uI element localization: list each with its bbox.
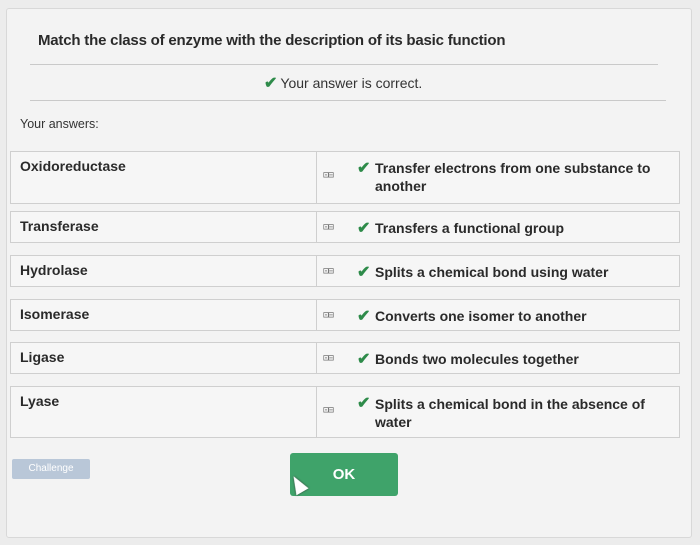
match-row: Hydrolase ⊡⊟ ✔ Splits a chemical bond us…: [10, 255, 680, 287]
check-icon: ✔: [264, 75, 278, 92]
enzyme-term: Ligase: [20, 349, 65, 365]
check-icon: ✔: [357, 351, 371, 368]
question-title: Match the class of enzyme with the descr…: [38, 32, 506, 49]
match-row: Ligase ⊡⊟ ✔ Bonds two molecules together: [10, 342, 680, 374]
function-description: Splits a chemical bond using water: [375, 264, 609, 280]
match-row: Transferase ⊡⊟ ✔ Transfers a functional …: [10, 211, 680, 243]
check-icon: ✔: [357, 220, 371, 237]
enzyme-term: Oxidoreductase: [20, 158, 126, 174]
enzyme-term: Isomerase: [20, 306, 90, 322]
enzyme-term: Lyase: [20, 393, 60, 409]
match-row: Oxidoreductase ⊡⊟ ✔ Transfer electrons f…: [10, 151, 680, 204]
correct-feedback: ✔ Your answer is correct.: [264, 73, 422, 93]
function-description: Bonds two molecules together: [375, 351, 579, 367]
match-row: Isomerase ⊡⊟ ✔ Converts one isomer to an…: [10, 299, 680, 331]
link-connector-icon: ⊡⊟: [323, 405, 334, 416]
divider: [30, 100, 666, 101]
check-icon: ✔: [357, 395, 371, 412]
correct-text: Your answer is correct.: [280, 75, 423, 91]
function-description: Splits a chemical bond in the absence of…: [375, 396, 645, 430]
divider: [30, 64, 658, 65]
enzyme-term: Hydrolase: [20, 262, 88, 278]
function-description: Transfer electrons from one substance to…: [375, 160, 651, 194]
check-icon: ✔: [357, 264, 371, 281]
match-row: Lyase ⊡⊟ ✔ Splits a chemical bond in the…: [10, 386, 680, 438]
link-connector-icon: ⊡⊟: [323, 222, 334, 233]
enzyme-term: Transferase: [20, 218, 99, 234]
check-icon: ✔: [357, 160, 371, 177]
link-connector-icon: ⊡⊟: [323, 266, 334, 277]
link-connector-icon: ⊡⊟: [323, 170, 334, 181]
answers-label: Your answers:: [20, 117, 99, 131]
link-connector-icon: ⊡⊟: [323, 353, 334, 364]
function-description: Transfers a functional group: [375, 220, 565, 236]
check-icon: ✔: [357, 308, 371, 325]
challenge-button[interactable]: Challenge: [12, 459, 90, 479]
link-connector-icon: ⊡⊟: [323, 310, 334, 321]
function-description: Converts one isomer to another: [375, 308, 587, 324]
